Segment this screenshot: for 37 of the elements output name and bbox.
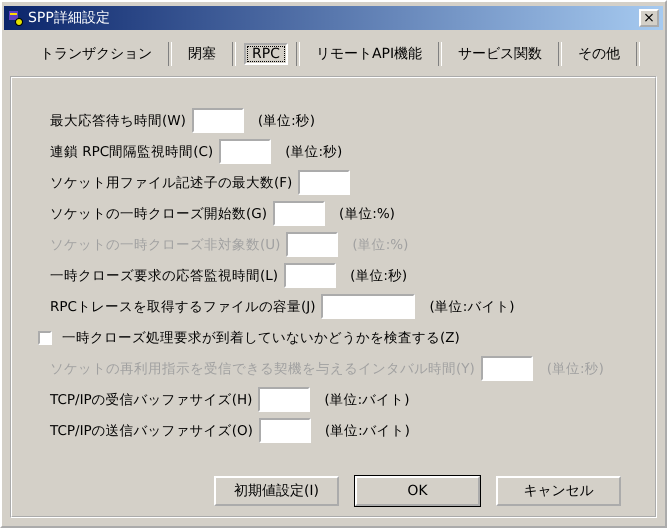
checkbox[interactable] xyxy=(38,330,52,344)
field-label: 一時クローズ要求の応答監視時間(L) xyxy=(50,266,278,284)
app-icon xyxy=(8,10,24,26)
tab[interactable]: リモートAPI機能 xyxy=(308,43,430,65)
unit-label: (単位:%) xyxy=(339,204,395,222)
field-label: TCP/IPの受信バッファサイズ(H) xyxy=(50,390,252,408)
field-label: TCP/IPの送信バッファサイズ(O) xyxy=(50,422,253,440)
unit-label: (単位:秒) xyxy=(350,266,408,284)
field-label: 連鎖 RPC間隔監視時間(C) xyxy=(50,142,214,160)
input-field[interactable] xyxy=(258,418,311,443)
unit-label: (単位:バイト) xyxy=(429,298,515,316)
dialog-button[interactable]: OK xyxy=(355,476,480,506)
unit-label: (単位:バイト) xyxy=(324,422,410,440)
input-field[interactable] xyxy=(284,263,336,288)
window-title: SPP詳細設定 xyxy=(28,9,111,27)
tab[interactable]: サービス関数 xyxy=(450,43,550,65)
tab[interactable]: トランザクション xyxy=(32,43,160,65)
field-label: ソケットの一時クローズ開始数(G) xyxy=(50,204,267,222)
input-field[interactable] xyxy=(219,139,272,164)
unit-label: (単位:バイト) xyxy=(324,390,410,408)
unit-label: (単位:秒) xyxy=(285,142,342,160)
input-field[interactable] xyxy=(258,387,310,412)
input-field[interactable] xyxy=(321,294,416,319)
field-label: ソケット用ファイル記述子の最大数(F) xyxy=(50,174,292,192)
field-label: RPCトレースを取得するファイルの容量(J) xyxy=(50,298,316,316)
checkbox-label[interactable]: 一時クローズ処理要求が到着していないかどうかを検査する(Z) xyxy=(62,328,460,346)
close-button[interactable]: × xyxy=(639,9,659,27)
dialog-button[interactable]: キャンセル xyxy=(496,476,621,506)
tab[interactable]: その他 xyxy=(570,43,628,65)
input-field[interactable] xyxy=(192,108,244,133)
input-field[interactable] xyxy=(298,170,350,195)
field-label: 最大応答待ち時間(W) xyxy=(50,112,186,130)
dialog-button[interactable]: 初期値設定(I) xyxy=(214,476,339,506)
input-field[interactable] xyxy=(273,201,325,226)
tab[interactable]: 閉塞 xyxy=(180,43,224,65)
tab[interactable]: RPC xyxy=(244,43,288,65)
unit-label: (単位:秒) xyxy=(258,112,315,130)
